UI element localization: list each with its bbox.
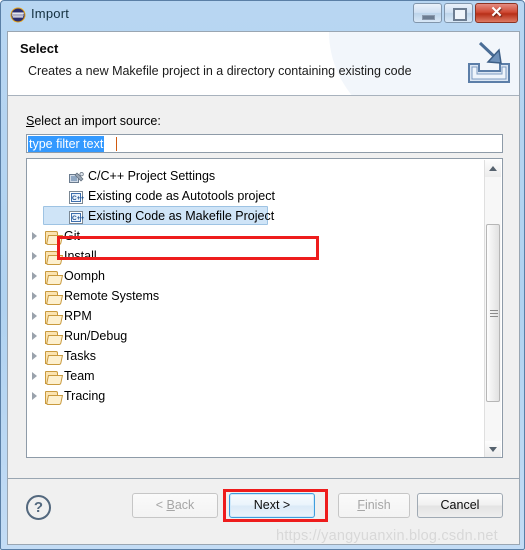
back-button-rest: ack [174,498,195,512]
scroll-down-icon[interactable] [485,441,501,457]
back-button-mnemonic: B [166,498,175,512]
page-title: Select [20,41,59,56]
back-button-prefix: < [155,498,167,512]
tree-item-label: Tasks [64,349,96,363]
folder-icon [45,229,64,245]
tree-item-label: RPM [64,309,92,323]
tree-item-label: Oomph [64,269,105,283]
folder-icon [45,369,64,385]
folder-icon [45,349,64,365]
import-source-tree[interactable]: C/C++ Project Settings C++ Existing code a… [26,158,503,458]
source-label-rest: elect an import source: [34,114,161,128]
chevron-right-icon[interactable] [31,372,40,381]
import-dialog-window: Import ✕ Select Creates a new Makefile p… [0,0,525,550]
filter-input[interactable]: type filter text [26,134,503,153]
folder-icon [45,389,64,405]
help-button[interactable]: ? [26,495,51,520]
finish-button[interactable]: Finish [338,493,410,518]
tree-vertical-scrollbar[interactable] [484,160,501,457]
maximize-button[interactable] [444,3,473,23]
scroll-up-icon[interactable] [485,160,501,177]
finish-button-mnemonic: F [357,498,365,512]
tree-item-git[interactable]: Git [27,226,486,246]
tree-item-existing-code-as-autotools-project[interactable]: C++ Existing code as Autotools project [27,186,486,206]
tree-item-team[interactable]: Team [27,366,486,386]
tree-item-existing-code-as-makefile-project[interactable]: C++ Existing Code as Makefile Project [27,206,486,226]
tree-item-oomph[interactable]: Oomph [27,266,486,286]
dialog-client-area: Select Creates a new Makefile project in… [7,31,520,545]
chevron-right-icon[interactable] [31,252,40,261]
watermark: https://yangyuanxin.blog.csdn.net [276,528,498,544]
chevron-right-icon[interactable] [31,392,40,401]
folder-icon [45,329,64,345]
folder-icon [45,269,64,285]
folder-icon [45,289,64,305]
tree-item-run-debug[interactable]: Run/Debug [27,326,486,346]
text-caret [116,137,117,151]
chevron-right-icon[interactable] [31,232,40,241]
cpp-icon: C++ [69,189,84,204]
tree-item-label: Team [64,369,95,383]
next-button[interactable]: Next > [229,493,315,518]
next-button-label: Next > [253,498,291,512]
import-source-label: Select an import source: [26,114,161,128]
tree-item-label: Existing code as Autotools project [88,189,275,203]
import-wizard-icon [461,38,511,88]
tree-item-label: Install [64,249,97,263]
folder-icon [45,309,64,325]
tree-item-c-c-project-settings[interactable]: C/C++ Project Settings [27,166,486,186]
tree-item-label: Run/Debug [64,329,128,343]
cancel-button-label: Cancel [440,498,480,512]
back-button[interactable]: < Back [132,493,218,518]
tree-item-tracing[interactable]: Tracing [27,386,486,406]
chevron-right-icon[interactable] [31,332,40,341]
dialog-body: Select an import source: type filter tex… [8,96,519,479]
window-title: Import [31,6,70,21]
tree-item-remote-systems[interactable]: Remote Systems [27,286,486,306]
tree-item-label: Git [64,229,80,243]
chevron-right-icon[interactable] [31,352,40,361]
project-settings-icon [69,169,84,183]
close-icon: ✕ [490,4,503,21]
tree-item-label: C/C++ Project Settings [88,169,216,183]
chevron-right-icon[interactable] [31,292,40,301]
cancel-button[interactable]: Cancel [417,493,503,518]
chevron-right-icon[interactable] [31,272,40,281]
folder-icon [45,249,64,265]
tree-item-rpm[interactable]: RPM [27,306,486,326]
tree-item-label: Tracing [64,389,106,403]
close-button[interactable]: ✕ [475,3,518,23]
scrollbar-grip-icon [490,310,498,317]
title-bar[interactable]: Import ✕ [1,1,525,29]
cpp-icon: C++ [69,209,84,224]
filter-input-value: type filter text [28,136,105,152]
chevron-right-icon[interactable] [31,312,40,321]
minimize-button[interactable] [413,3,442,23]
finish-button-rest: inish [364,498,391,512]
tree-item-tasks[interactable]: Tasks [27,346,486,366]
eclipse-icon [10,7,26,23]
wizard-banner: Select Creates a new Makefile project in… [8,32,519,96]
page-description: Creates a new Makefile project in a dire… [28,64,412,78]
tree-item-label: Remote Systems [64,289,160,303]
tree-item-label: Existing Code as Makefile Project [88,209,275,223]
tree-item-install[interactable]: Install [27,246,486,266]
scrollbar-thumb[interactable] [486,224,500,402]
